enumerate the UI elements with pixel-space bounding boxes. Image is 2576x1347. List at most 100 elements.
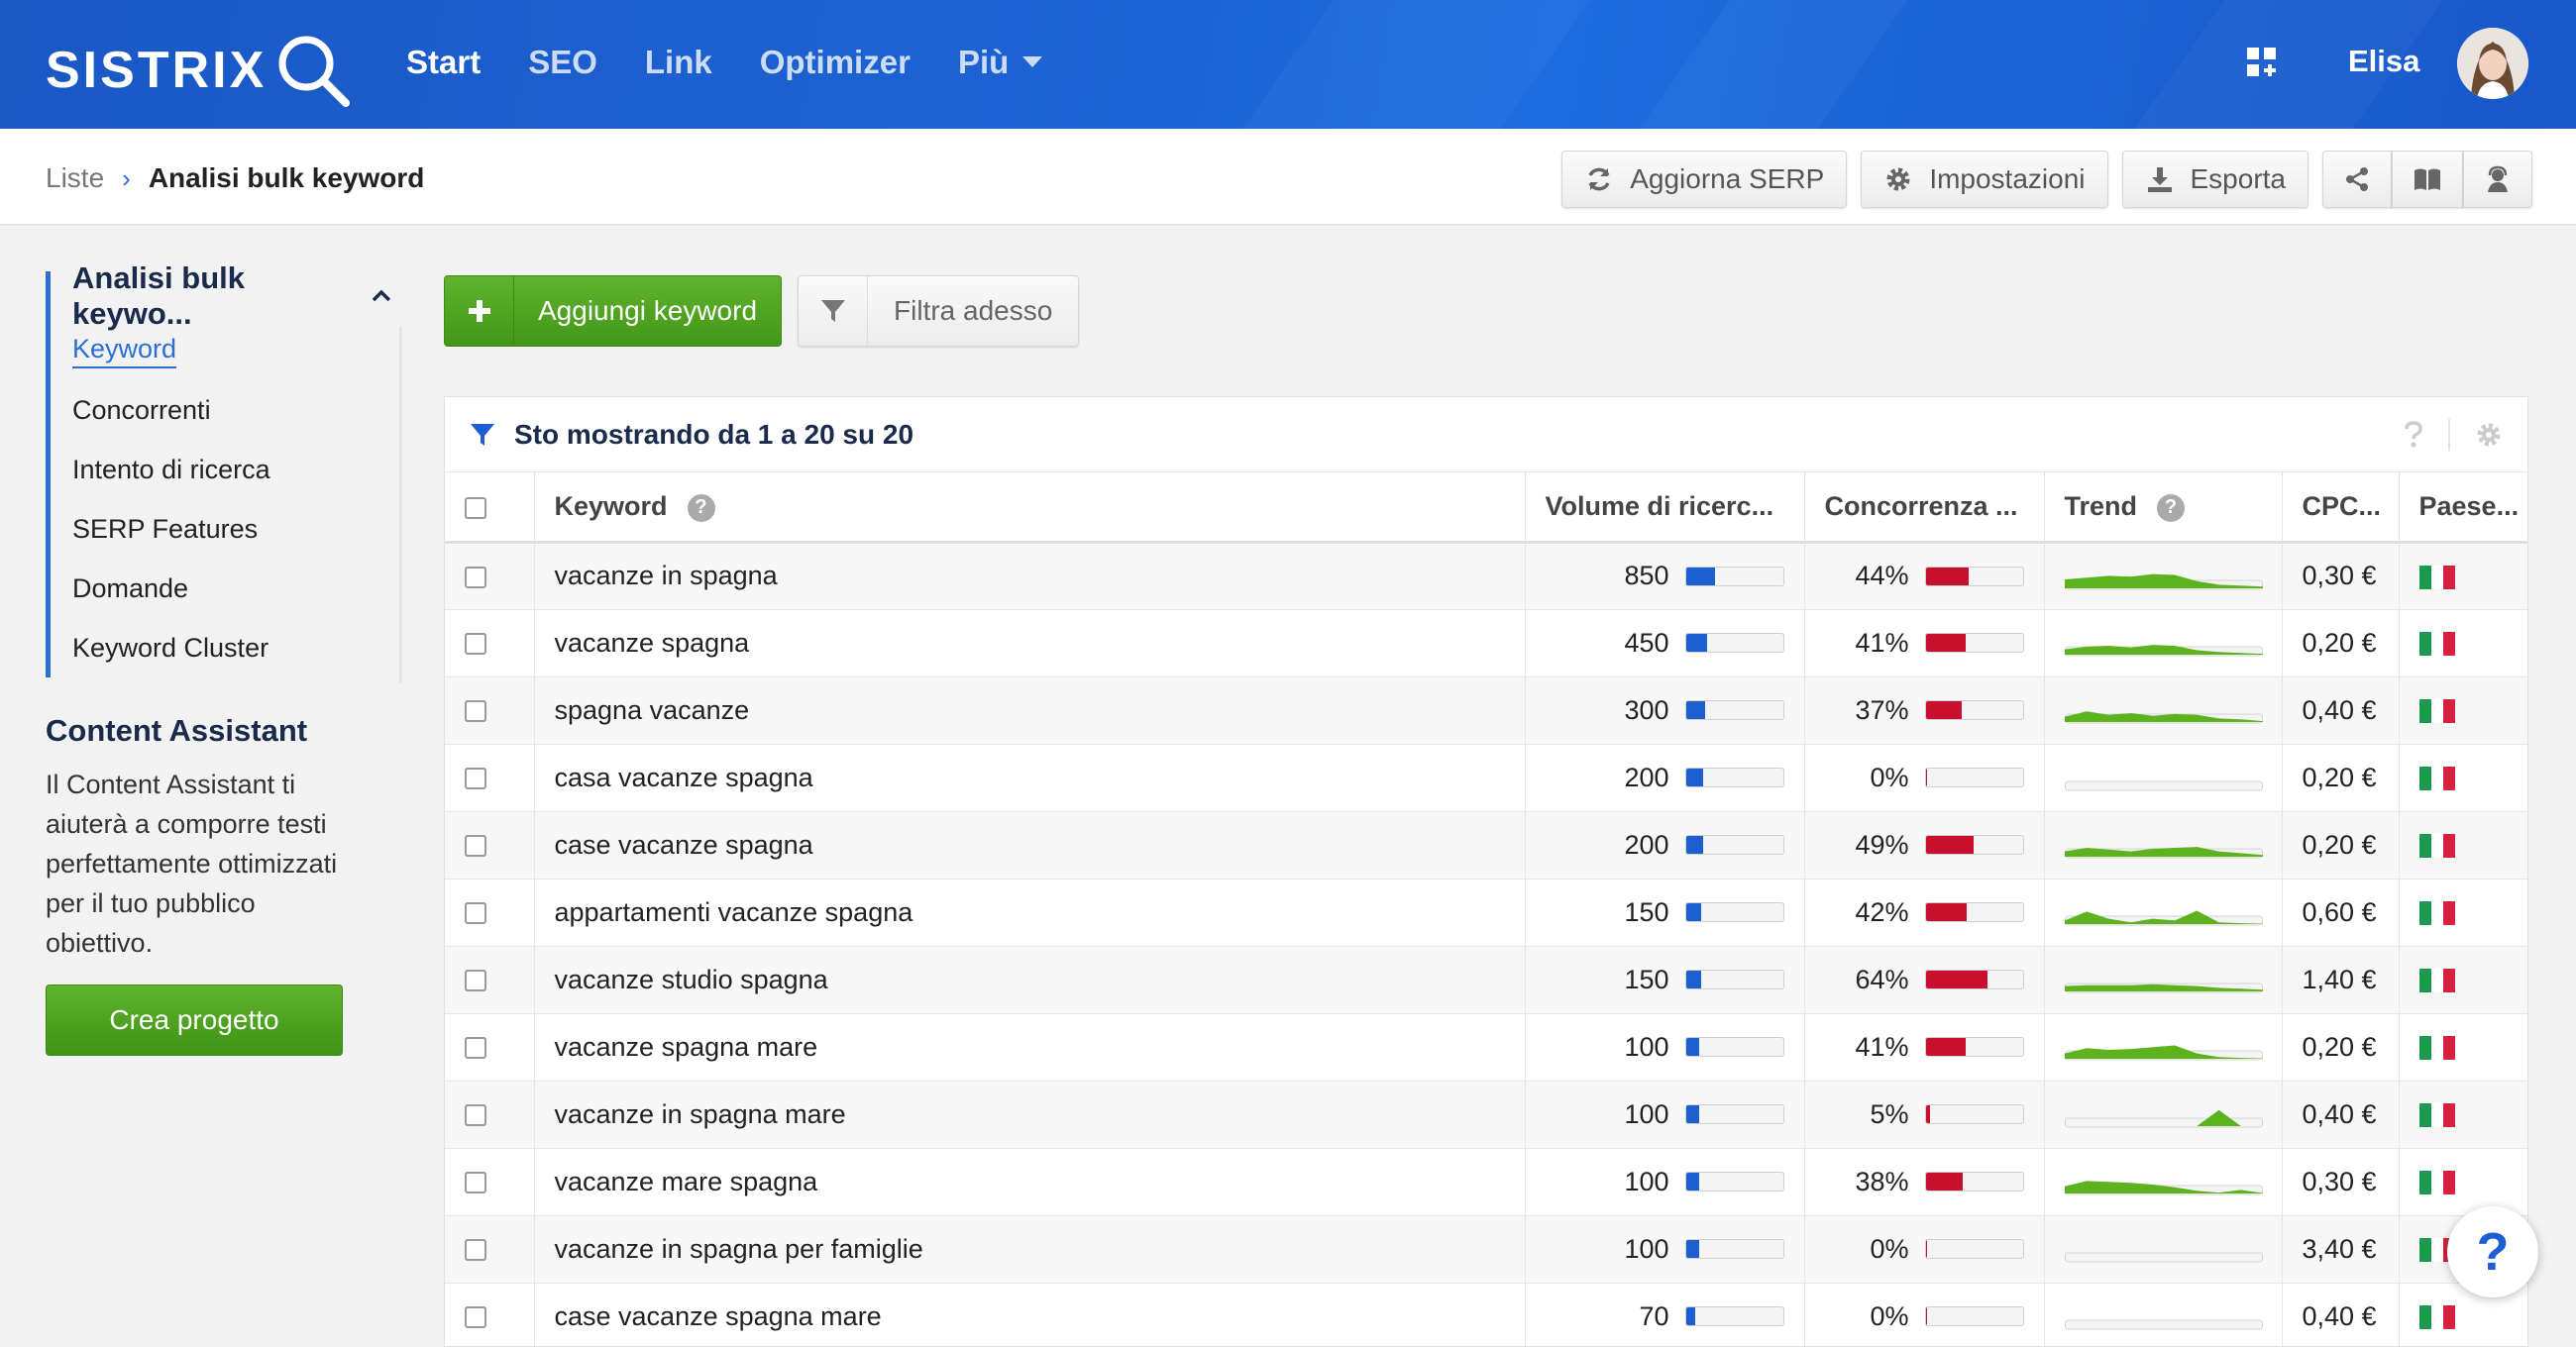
country-cell [2399, 1081, 2527, 1149]
keyword-cell[interactable]: casa vacanze spagna [534, 744, 1526, 812]
row-checkbox[interactable] [465, 633, 486, 656]
nav-item-pi-[interactable]: Più [958, 44, 1043, 81]
help-icon[interactable] [2403, 421, 2424, 449]
keyword-text[interactable]: appartamenti vacanze spagna [555, 897, 913, 927]
refresh-serp-button[interactable]: Aggiorna SERP [1561, 151, 1848, 208]
keyword-cell[interactable]: vacanze spagna mare [534, 1013, 1526, 1082]
table-row: case vacanze spagna mare 70 0% 0,40 € [445, 1283, 2527, 1346]
volume-bar [1684, 1239, 1784, 1259]
sidebar-item-intento-di-ricerca[interactable]: Intento di ricerca [72, 440, 402, 499]
sidebar-item-serp-features[interactable]: SERP Features [72, 499, 402, 559]
sidebar-section-header[interactable]: Analisi bulk keywo... [72, 260, 402, 331]
competition-bar-fill [1925, 634, 1966, 652]
row-checkbox[interactable] [465, 1172, 486, 1194]
cpc-value: 0,20 € [2302, 762, 2377, 792]
keyword-cell[interactable]: case vacanze spagna [534, 811, 1526, 880]
keyword-cell[interactable]: vacanze in spagna mare [534, 1081, 1526, 1149]
keyword-text[interactable]: vacanze in spagna per famiglie [555, 1234, 923, 1264]
gear-icon[interactable] [2474, 420, 2504, 450]
row-checkbox[interactable] [465, 768, 486, 790]
nav-item-optimizer[interactable]: Optimizer [760, 44, 911, 81]
keyword-text[interactable]: spagna vacanze [555, 695, 750, 725]
column-header-competition[interactable]: Concorrenza ... [1804, 472, 2045, 544]
column-header-cpc[interactable]: CPC... [2282, 472, 2400, 544]
keyword-text[interactable]: vacanze studio spagna [555, 965, 828, 994]
select-all-header[interactable] [445, 472, 535, 544]
country-cell [2399, 676, 2527, 745]
export-button[interactable]: Esporta [2121, 151, 2308, 208]
guide-button[interactable] [2392, 151, 2463, 208]
create-project-button[interactable]: Crea progetto [46, 984, 343, 1056]
keyword-text[interactable]: casa vacanze spagna [555, 763, 813, 792]
italy-flag-icon [2418, 565, 2455, 589]
keyword-text[interactable]: vacanze in spagna mare [555, 1099, 846, 1129]
keyword-cell[interactable]: case vacanze spagna mare [534, 1283, 1526, 1346]
user-name[interactable]: Elisa [2348, 44, 2419, 79]
row-checkbox[interactable] [465, 566, 486, 588]
row-checkbox[interactable] [465, 1239, 486, 1262]
breadcrumb-parent-link[interactable]: Liste [46, 162, 104, 194]
content-assistant-title: Content Assistant [46, 713, 308, 748]
filter-now-button[interactable]: Filtra adesso [798, 275, 1080, 347]
trend-cell [2044, 879, 2283, 947]
keyword-cell[interactable]: vacanze studio spagna [534, 946, 1526, 1014]
column-header-keyword[interactable]: Keyword? [534, 472, 1526, 544]
user-avatar[interactable] [2457, 28, 2528, 99]
add-keyword-button[interactable]: Aggiungi keyword [444, 275, 783, 347]
row-checkbox[interactable] [465, 1104, 486, 1127]
keyword-text[interactable]: case vacanze spagna mare [555, 1301, 882, 1331]
keyword-text[interactable]: case vacanze spagna [555, 830, 813, 860]
row-checkbox[interactable] [465, 902, 486, 925]
keyword-cell[interactable]: vacanze mare spagna [534, 1148, 1526, 1216]
trend-cell [2044, 1081, 2283, 1149]
cpc-value: 0,20 € [2302, 627, 2377, 658]
column-header-volume[interactable]: Volume di ricerc... [1525, 472, 1805, 544]
italy-flag-icon [2418, 969, 2455, 993]
support-button[interactable] [2463, 151, 2532, 208]
row-select-cell [445, 1013, 535, 1082]
filter-active-icon[interactable] [469, 421, 496, 449]
settings-button[interactable]: Impostazioni [1861, 151, 2108, 208]
competition-value: 0% [1870, 1300, 1909, 1331]
row-checkbox[interactable] [465, 1306, 486, 1329]
nav-item-seo[interactable]: SEO [528, 44, 597, 81]
volume-value: 150 [1624, 896, 1669, 927]
row-checkbox[interactable] [465, 1037, 486, 1060]
keyword-text[interactable]: vacanze mare spagna [555, 1167, 818, 1196]
toolbar-icon-group [2322, 151, 2532, 208]
question-icon[interactable]: ? [2157, 493, 2186, 522]
row-checkbox[interactable] [465, 970, 486, 992]
column-header-country[interactable]: Paese... [2399, 472, 2527, 544]
row-checkbox[interactable] [465, 700, 486, 723]
keyword-text[interactable]: vacanze spagna [555, 628, 750, 658]
nav-item-start[interactable]: Start [406, 44, 481, 81]
table-row: vacanze in spagna 850 44% 0,30 € [445, 542, 2527, 610]
keyword-text[interactable]: vacanze spagna mare [555, 1032, 818, 1062]
competition-cell: 41% [1804, 609, 2045, 677]
row-select-cell [445, 1148, 535, 1216]
sidebar-item-domande[interactable]: Domande [72, 559, 402, 618]
keyword-cell[interactable]: vacanze in spagna per famiglie [534, 1215, 1526, 1284]
keyword-cell[interactable]: spagna vacanze [534, 676, 1526, 745]
competition-bar [1924, 700, 2024, 720]
nav-item-link[interactable]: Link [645, 44, 712, 81]
sistrix-logo[interactable]: SISTRIX [46, 32, 352, 109]
keyword-cell[interactable]: vacanze spagna [534, 609, 1526, 677]
keyword-text[interactable]: vacanze in spagna [555, 561, 778, 590]
column-header-trend[interactable]: Trend? [2044, 472, 2283, 544]
cpc-cell: 0,20 € [2282, 744, 2400, 812]
keyword-cell[interactable]: appartamenti vacanze spagna [534, 879, 1526, 947]
share-button[interactable] [2322, 151, 2392, 208]
volume-value: 200 [1624, 762, 1669, 792]
sidebar-item-concorrenti[interactable]: Concorrenti [72, 380, 402, 440]
apps-grid-icon[interactable] [2245, 46, 2279, 79]
select-all-checkbox[interactable] [465, 496, 486, 519]
country-cell [2399, 744, 2527, 812]
competition-bar [1924, 1104, 2024, 1124]
table-row: vacanze spagna mare 100 41% 0,20 € [445, 1013, 2527, 1082]
sidebar-item-keyword-cluster[interactable]: Keyword Cluster [72, 618, 402, 677]
keyword-cell[interactable]: vacanze in spagna [534, 542, 1526, 610]
floating-help-button[interactable]: ? [2447, 1206, 2538, 1297]
row-checkbox[interactable] [465, 835, 486, 858]
question-icon[interactable]: ? [687, 493, 715, 522]
